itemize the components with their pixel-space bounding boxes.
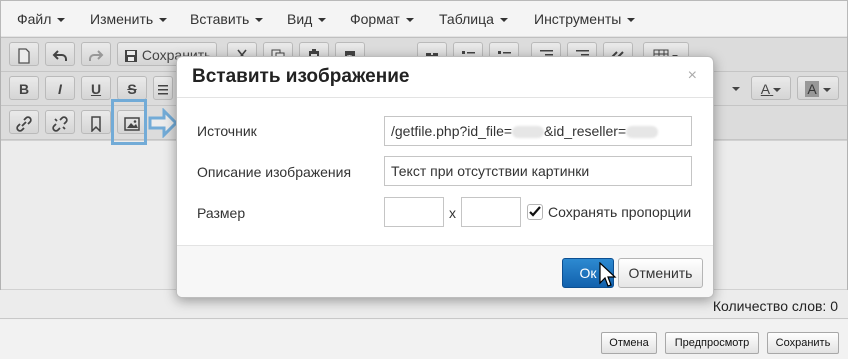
size-separator: x xyxy=(449,205,456,221)
menu-format[interactable]: Формат xyxy=(350,11,414,27)
insert-image-dialog: Вставить изображение × Источник /getfile… xyxy=(176,56,714,298)
dialog-title: Вставить изображение xyxy=(192,66,410,87)
height-input[interactable] xyxy=(461,197,521,227)
menu-edit[interactable]: Изменить xyxy=(90,11,168,27)
menu-tools[interactable]: Инструменты xyxy=(534,11,636,27)
menu-file[interactable]: Файл xyxy=(17,11,66,27)
menu-bar: Файл Изменить Вставить Вид Формат Таблиц… xyxy=(1,1,847,38)
close-icon[interactable]: × xyxy=(688,67,697,85)
size-label: Размер xyxy=(197,205,246,221)
checkmark-icon xyxy=(529,206,541,217)
source-url-prefix: /getfile.php?id_file= xyxy=(391,123,513,139)
cancel-button[interactable]: Отменить xyxy=(618,258,703,288)
source-input[interactable]: /getfile.php?id_file= &id_reseller= xyxy=(384,116,692,146)
redacted-reseller-id xyxy=(626,126,659,139)
image-description-label: Описание изображения xyxy=(197,164,352,180)
bottom-cancel-button[interactable]: Отмена xyxy=(601,332,657,354)
menu-table[interactable]: Таблица xyxy=(439,11,508,27)
image-description-input[interactable]: Текст при отсутствии картинки xyxy=(384,156,692,186)
source-label: Источник xyxy=(197,123,257,139)
width-input[interactable] xyxy=(384,197,444,227)
word-count: Количество слов: 0 xyxy=(712,298,838,314)
menu-view[interactable]: Вид xyxy=(287,11,327,27)
menu-insert[interactable]: Вставить xyxy=(190,11,264,27)
source-url-suffix: &id_reseller= xyxy=(544,123,627,139)
bottom-save-button[interactable]: Сохранить xyxy=(767,332,839,354)
dialog-header: Вставить изображение × xyxy=(177,57,713,98)
redacted-file-id xyxy=(512,126,545,139)
bottom-action-bar: Отмена Предпросмотр Сохранить xyxy=(0,320,848,359)
preview-button[interactable]: Предпросмотр xyxy=(665,332,759,354)
dialog-footer: Ок Отменить xyxy=(177,245,713,297)
keep-proportions-label: Сохранять пропорции xyxy=(548,204,692,220)
mouse-cursor-icon xyxy=(599,262,617,287)
keep-proportions-checkbox[interactable] xyxy=(527,204,543,220)
